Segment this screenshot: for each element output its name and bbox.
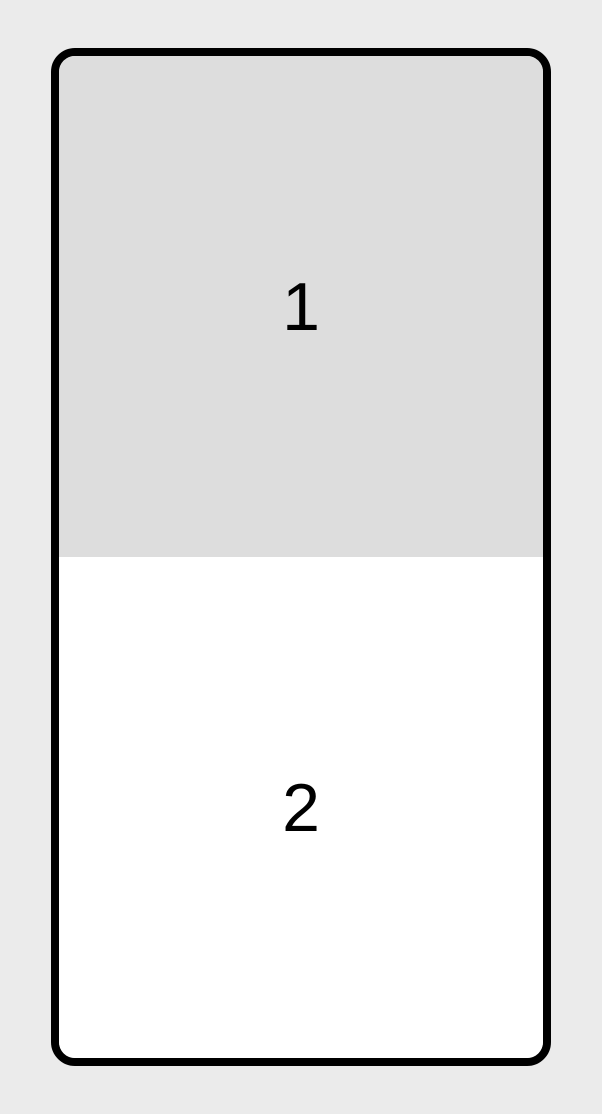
device-frame: 1 2	[51, 48, 551, 1066]
panel-bottom: 2	[59, 557, 543, 1058]
panel-bottom-label: 2	[282, 769, 320, 847]
panel-top-label: 1	[282, 268, 320, 346]
panel-top: 1	[59, 56, 543, 557]
